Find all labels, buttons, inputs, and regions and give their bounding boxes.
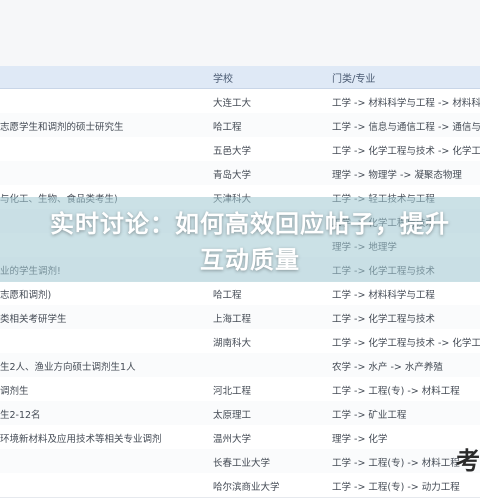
cell-major: 工学 -> 工程(专) -> 动力工程: [332, 482, 460, 493]
cell-school: 哈工程: [213, 122, 242, 133]
watermark-text: 考: [456, 447, 480, 475]
table-row[interactable]: 志愿和调剂) 哈工程 工学 -> 材料科学与工程: [0, 281, 480, 306]
cell-major: 农学 -> 水产 -> 水产养殖: [332, 362, 443, 373]
table-row[interactable]: 五邑大学 工学 -> 化学工程与技术 -> 化学工程: [0, 137, 480, 162]
cell-school: 长春工业大学: [213, 458, 271, 469]
table-row[interactable]: 志愿学生和调剂的硕士研究生 哈工程 工学 -> 信息与通信工程 -> 通信与信: [0, 113, 480, 138]
header-school[interactable]: 学校: [213, 70, 233, 85]
cell-description[interactable]: 志愿学生和调剂的硕士研究生: [0, 119, 200, 133]
cell-school: 太原理工: [213, 410, 252, 421]
cell-school: 上海工程: [213, 314, 252, 325]
table-row[interactable]: 类相关考研学生 上海工程 工学 -> 化学工程与技术: [0, 305, 480, 330]
cell-major: 工学 -> 矿业工程: [332, 410, 407, 421]
cell-major: 工学 -> 化学工程与技术 -> 化学工程: [332, 146, 480, 157]
table-row[interactable]: 湖南科大 工学 -> 化学工程与技术 -> 化学工程: [0, 329, 480, 354]
cell-description[interactable]: 环境新材料及应用技术等相关专业调剂: [0, 431, 200, 445]
cell-school: 河北工程: [213, 386, 252, 397]
overlay-title: 实时讨论：如何高效回应帖子，提升互动质量: [50, 210, 450, 274]
table-header: 学校 门类/专业: [0, 66, 480, 89]
cell-description[interactable]: 生2-12名: [0, 407, 200, 421]
cell-description[interactable]: 生2人、渔业方向硕士调剂生1人: [0, 359, 200, 373]
cell-major: 工学 -> 化学工程与技术: [332, 314, 435, 325]
table-row[interactable]: 大连工大 工学 -> 材料科学与工程 -> 材料科学: [0, 89, 480, 114]
cell-school: 温州大学: [213, 434, 252, 445]
cell-description[interactable]: 类相关考研学生: [0, 311, 200, 325]
cell-school: 哈工程: [213, 290, 242, 301]
table-row[interactable]: 调剂生 河北工程 工学 -> 工程(专) -> 材料工程: [0, 377, 480, 402]
cell-major: 工学 -> 化学工程与技术 -> 化学工程: [332, 338, 480, 349]
cell-school: 青岛大学: [213, 170, 252, 181]
cell-school: 湖南科大: [213, 338, 252, 349]
cell-school: 哈尔滨商业大学: [213, 482, 280, 493]
cell-major: 工学 -> 材料科学与工程: [332, 290, 435, 301]
cell-major: 理学 -> 物理学 -> 凝聚态物理: [332, 170, 462, 181]
table-row[interactable]: 青岛大学 理学 -> 物理学 -> 凝聚态物理: [0, 161, 480, 186]
table-row[interactable]: 长春工业大学 工学 -> 工程(专) -> 材料工程: [0, 449, 480, 474]
cell-description[interactable]: 志愿和调剂): [0, 287, 200, 301]
cell-school: 五邑大学: [213, 146, 252, 157]
cell-major: 工学 -> 信息与通信工程 -> 通信与信: [332, 122, 480, 133]
table-row[interactable]: 生2-12名 太原理工 工学 -> 矿业工程: [0, 401, 480, 426]
table-row[interactable]: 哈尔滨商业大学 工学 -> 工程(专) -> 动力工程: [0, 473, 480, 498]
header-major[interactable]: 门类/专业: [332, 70, 375, 85]
table-row[interactable]: 环境新材料及应用技术等相关专业调剂 温州大学 理学 -> 化学: [0, 425, 480, 450]
cell-major: 工学 -> 材料科学与工程 -> 材料科学: [332, 98, 480, 109]
top-blank-area: [0, 0, 480, 67]
cell-school: 大连工大: [213, 98, 252, 109]
cell-major: 工学 -> 工程(专) -> 材料工程: [332, 386, 460, 397]
table-row[interactable]: 生2人、渔业方向硕士调剂生1人 农学 -> 水产 -> 水产养殖: [0, 353, 480, 378]
cell-major: 理学 -> 化学: [332, 434, 388, 445]
cell-description[interactable]: 调剂生: [0, 383, 200, 397]
